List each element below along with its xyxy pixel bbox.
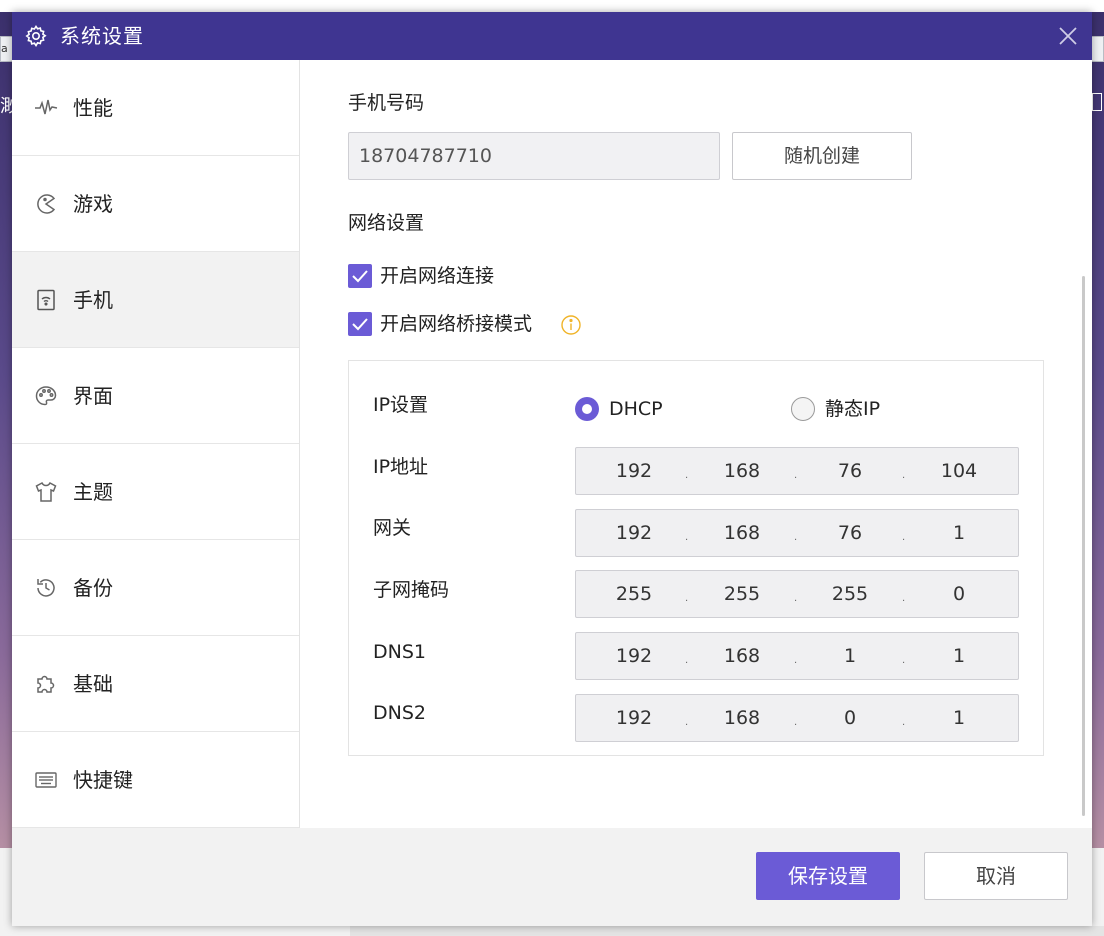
octet[interactable]: 1 bbox=[909, 510, 1009, 556]
octet[interactable]: 168 bbox=[692, 695, 792, 741]
ip-mode-label: IP设置 bbox=[373, 394, 429, 416]
octet[interactable]: 192 bbox=[584, 633, 684, 679]
sidebar-item-label: 游戏 bbox=[73, 192, 113, 216]
phone-wifi-icon bbox=[37, 289, 55, 311]
octet[interactable]: 168 bbox=[692, 633, 792, 679]
subnet-mask-label: 子网掩码 bbox=[373, 579, 450, 601]
dns1-label: DNS1 bbox=[373, 641, 426, 663]
sidebar: 性能 游戏 手机 界面 主题 备份 基础 快捷键 bbox=[12, 60, 300, 828]
background-bottom-bar bbox=[350, 926, 1104, 936]
history-icon bbox=[37, 579, 55, 597]
octet[interactable]: 104 bbox=[909, 448, 1009, 494]
info-icon[interactable] bbox=[560, 314, 582, 336]
enable-network-label: 开启网络连接 bbox=[380, 265, 495, 287]
network-settings-label: 网络设置 bbox=[348, 212, 425, 234]
octet[interactable]: 76 bbox=[800, 448, 900, 494]
static-ip-label: 静态IP bbox=[825, 398, 881, 420]
octet-separator: . bbox=[794, 593, 798, 604]
background-strip bbox=[0, 0, 1104, 12]
octet[interactable]: 255 bbox=[692, 571, 792, 617]
octet-separator: . bbox=[902, 470, 906, 481]
ip-address-label: IP地址 bbox=[373, 456, 429, 478]
octet[interactable]: 0 bbox=[909, 571, 1009, 617]
octet[interactable]: 0 bbox=[800, 695, 900, 741]
background-tab-right bbox=[1090, 36, 1104, 62]
enable-bridge-checkbox[interactable] bbox=[348, 312, 372, 336]
dns2-field[interactable]: 192 . 168 . 0 . 1 bbox=[575, 694, 1019, 742]
phone-number-label: 手机号码 bbox=[348, 92, 425, 114]
cancel-button[interactable]: 取消 bbox=[924, 852, 1068, 900]
shirt-icon bbox=[35, 481, 57, 502]
sidebar-item-backup[interactable]: 备份 bbox=[12, 540, 299, 636]
octet-separator: . bbox=[902, 532, 906, 543]
octet[interactable]: 192 bbox=[584, 448, 684, 494]
enable-bridge-label: 开启网络桥接模式 bbox=[380, 313, 533, 335]
gateway-field[interactable]: 192 . 168 . 76 . 1 bbox=[575, 509, 1019, 557]
sidebar-item-game[interactable]: 游戏 bbox=[12, 156, 299, 252]
octet-separator: . bbox=[902, 655, 906, 666]
sidebar-item-label: 界面 bbox=[73, 384, 113, 408]
palette-icon bbox=[35, 386, 57, 406]
sidebar-item-phone[interactable]: 手机 bbox=[12, 252, 299, 348]
octet[interactable]: 255 bbox=[800, 571, 900, 617]
static-ip-radio[interactable] bbox=[791, 397, 815, 421]
gear-icon bbox=[25, 25, 47, 47]
octet[interactable]: 168 bbox=[692, 510, 792, 556]
sidebar-item-label: 主题 bbox=[73, 480, 113, 504]
octet-separator: . bbox=[685, 532, 689, 543]
keyboard-icon bbox=[35, 772, 57, 788]
dialog-title: 系统设置 bbox=[60, 24, 144, 48]
settings-dialog: 系统设置 性能 游戏 手机 界面 主题 备份 基础 快捷键 手机号码 18704… bbox=[12, 12, 1092, 926]
subnet-mask-field[interactable]: 255 . 255 . 255 . 0 bbox=[575, 570, 1019, 618]
background-icon bbox=[1092, 93, 1102, 111]
dns1-field[interactable]: 192 . 168 . 1 . 1 bbox=[575, 632, 1019, 680]
scrollbar[interactable] bbox=[1082, 276, 1085, 816]
pacman-icon bbox=[37, 194, 56, 214]
octet-separator: . bbox=[902, 593, 906, 604]
dns2-label: DNS2 bbox=[373, 702, 426, 724]
ip-address-field[interactable]: 192 . 168 . 76 . 104 bbox=[575, 447, 1019, 495]
sidebar-item-theme[interactable]: 主题 bbox=[12, 444, 299, 540]
octet[interactable]: 1 bbox=[909, 633, 1009, 679]
check-icon bbox=[352, 270, 368, 283]
check-icon bbox=[352, 318, 368, 331]
sidebar-item-label: 性能 bbox=[73, 96, 113, 120]
octet-separator: . bbox=[685, 593, 689, 604]
dhcp-radio[interactable] bbox=[575, 397, 599, 421]
octet[interactable]: 1 bbox=[800, 633, 900, 679]
sidebar-item-performance[interactable]: 性能 bbox=[12, 60, 299, 156]
octet-separator: . bbox=[794, 532, 798, 543]
octet-separator: . bbox=[685, 655, 689, 666]
save-settings-button[interactable]: 保存设置 bbox=[756, 852, 900, 900]
sidebar-item-label: 快捷键 bbox=[73, 768, 133, 792]
octet-separator: . bbox=[794, 655, 798, 666]
octet-separator: . bbox=[685, 470, 689, 481]
dhcp-label: DHCP bbox=[609, 398, 663, 420]
sidebar-item-label: 基础 bbox=[73, 672, 113, 696]
sidebar-item-label: 手机 bbox=[73, 288, 113, 312]
titlebar: 系统设置 bbox=[12, 12, 1092, 60]
octet-separator: . bbox=[794, 717, 798, 728]
sidebar-item-interface[interactable]: 界面 bbox=[12, 348, 299, 444]
sidebar-item-label: 备份 bbox=[73, 576, 113, 600]
octet[interactable]: 168 bbox=[692, 448, 792, 494]
octet[interactable]: 1 bbox=[909, 695, 1009, 741]
octet[interactable]: 192 bbox=[584, 695, 684, 741]
octet-separator: . bbox=[685, 717, 689, 728]
random-create-button[interactable]: 随机创建 bbox=[732, 132, 912, 180]
enable-network-checkbox[interactable] bbox=[348, 264, 372, 288]
octet-separator: . bbox=[794, 470, 798, 481]
sidebar-item-basic[interactable]: 基础 bbox=[12, 636, 299, 732]
background-text: 渺 bbox=[0, 96, 12, 116]
gateway-label: 网关 bbox=[373, 517, 412, 539]
puzzle-icon bbox=[37, 675, 55, 693]
phone-number-field[interactable]: 18704787710 bbox=[348, 132, 720, 180]
pulse-icon bbox=[35, 99, 58, 115]
close-icon[interactable] bbox=[1056, 24, 1080, 48]
octet[interactable]: 76 bbox=[800, 510, 900, 556]
octet[interactable]: 192 bbox=[584, 510, 684, 556]
octet[interactable]: 255 bbox=[584, 571, 684, 617]
octet-separator: . bbox=[902, 717, 906, 728]
sidebar-item-shortcuts[interactable]: 快捷键 bbox=[12, 732, 299, 828]
